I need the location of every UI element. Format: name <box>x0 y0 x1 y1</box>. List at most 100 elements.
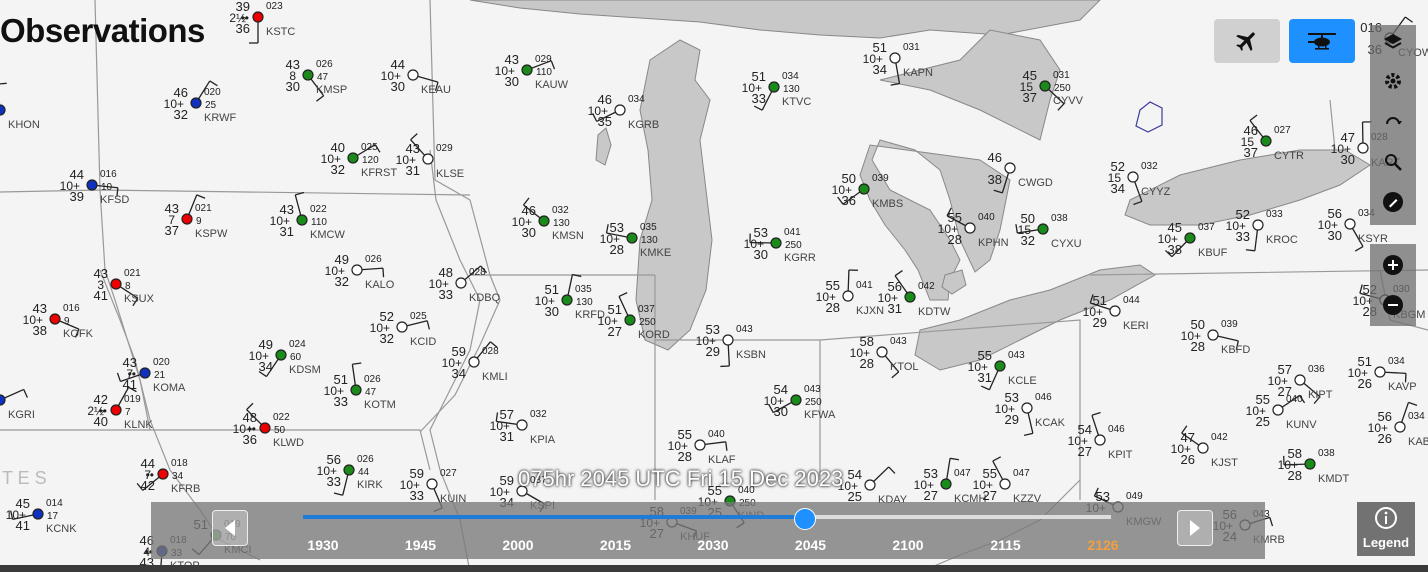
visibility: 10+ <box>668 439 688 453</box>
zoom-out-button[interactable] <box>1378 290 1408 320</box>
ceiling: 60 <box>290 352 302 363</box>
station-circle <box>49 313 61 325</box>
station-circle <box>538 215 550 227</box>
pressure: 040 <box>1286 394 1303 405</box>
station-circle <box>694 439 706 451</box>
visibility: 10+ <box>588 104 608 118</box>
visibility: 10+ <box>317 464 337 478</box>
station-id: KIRK <box>357 479 383 491</box>
draw-button[interactable] <box>1378 187 1408 217</box>
station-circle <box>426 478 438 490</box>
time-tick-1945[interactable]: 1945 <box>405 537 436 553</box>
time-tick-2100[interactable]: 2100 <box>892 537 923 553</box>
station-id: KPHN <box>978 237 1009 249</box>
pressure: 020 <box>153 357 170 368</box>
pressure: 049 <box>1126 491 1143 502</box>
search-button[interactable] <box>1378 147 1408 177</box>
station-circle <box>904 291 916 303</box>
ceiling: 9 <box>196 216 202 227</box>
station-id: KSTC <box>266 26 295 38</box>
station-id: KOMA <box>153 382 186 394</box>
station-circle <box>252 11 264 23</box>
pressure: 019 <box>124 394 141 405</box>
station-id: KEAU <box>421 84 451 96</box>
legend-label: Legend <box>1362 535 1410 550</box>
layers-button[interactable] <box>1378 27 1408 57</box>
visibility: 10+ <box>850 346 870 360</box>
station-circle <box>770 237 782 249</box>
visibility: 3 <box>97 278 104 292</box>
station-id: CYXU <box>1051 238 1082 250</box>
station-id: KAUW <box>535 79 569 91</box>
station-id: KTOL <box>890 361 919 373</box>
ceiling: 250 <box>805 397 822 408</box>
time-tick-2045[interactable]: 2045 <box>795 537 826 553</box>
pressure: 032 <box>552 205 569 216</box>
previous-frame-button[interactable] <box>212 510 248 546</box>
visibility: 10+ <box>995 402 1015 416</box>
time-tick-2000[interactable]: 2000 <box>502 537 533 553</box>
visibility: 15 <box>1108 171 1122 185</box>
station-circle <box>407 69 419 81</box>
station-id: KGRR <box>784 252 816 264</box>
ceiling: 25 <box>205 100 217 111</box>
station-id: KERI <box>1123 320 1149 332</box>
pressure: 022 <box>310 204 327 215</box>
airplane-icon <box>1236 32 1255 51</box>
pressure: 031 <box>903 42 920 53</box>
visibility: 10+ <box>696 334 716 348</box>
time-tick-1930[interactable]: 1930 <box>307 537 338 553</box>
time-slider-progress <box>303 515 804 519</box>
station-circle <box>350 384 362 396</box>
time-tick-2015[interactable]: 2015 <box>600 537 631 553</box>
weather-symbol: •• <box>241 11 249 25</box>
weather-symbol: •• <box>146 468 154 482</box>
legend-button[interactable]: Legend <box>1357 502 1415 556</box>
station-circle <box>1037 223 1049 235</box>
station-id: KDTW <box>918 306 951 318</box>
station-circle <box>1127 171 1139 183</box>
pressure: 043 <box>1008 350 1025 361</box>
helicopter-mode-button[interactable] <box>1289 19 1355 63</box>
zoom-in-button[interactable] <box>1378 250 1408 280</box>
next-frame-button[interactable] <box>1177 510 1213 546</box>
station-circle <box>1344 218 1356 230</box>
station-circle <box>521 64 533 76</box>
dewpoint: 38 <box>988 172 1002 187</box>
visibility: 10+ <box>832 183 852 197</box>
pressure: 027 <box>440 468 457 479</box>
time-tick-2030[interactable]: 2030 <box>697 537 728 553</box>
pressure: 035 <box>575 284 592 295</box>
settings-button[interactable] <box>1378 66 1408 96</box>
station-circle <box>1304 458 1316 470</box>
station-id: CYTR <box>1274 150 1304 162</box>
pressure: 038 <box>1318 448 1335 459</box>
station-circle <box>722 334 734 346</box>
search-icon <box>1385 154 1402 171</box>
ceiling: 250 <box>785 240 802 251</box>
visibility: 10+ <box>1318 218 1338 232</box>
station-circle <box>275 349 287 361</box>
visibility: 10+ <box>764 394 784 408</box>
page-title: Observations <box>0 12 205 49</box>
pressure: 034 <box>628 94 645 105</box>
visibility: 10+ <box>325 264 345 278</box>
time-tick-2115[interactable]: 2115 <box>990 537 1020 553</box>
station-circle <box>347 152 359 164</box>
time-tick-2126[interactable]: 2126 <box>1087 537 1118 553</box>
visibility: 10+ <box>1083 305 1103 319</box>
visibility: 8 <box>289 69 296 83</box>
ceiling: 7 <box>125 407 131 418</box>
station-circle <box>1252 219 1264 231</box>
station-circle <box>110 278 122 290</box>
visibility: 10+ <box>535 294 555 308</box>
station-circle <box>864 479 876 491</box>
time-slider-handle[interactable] <box>793 508 816 530</box>
refresh-button[interactable] <box>1378 107 1408 137</box>
weather-symbol: •• <box>128 367 136 381</box>
station-id: KGRI <box>8 409 35 421</box>
pressure: 047 <box>954 468 971 479</box>
visibility: 10+ <box>23 313 43 327</box>
fixed-wing-mode-button[interactable] <box>1214 19 1280 63</box>
station-circle <box>1357 142 1369 154</box>
